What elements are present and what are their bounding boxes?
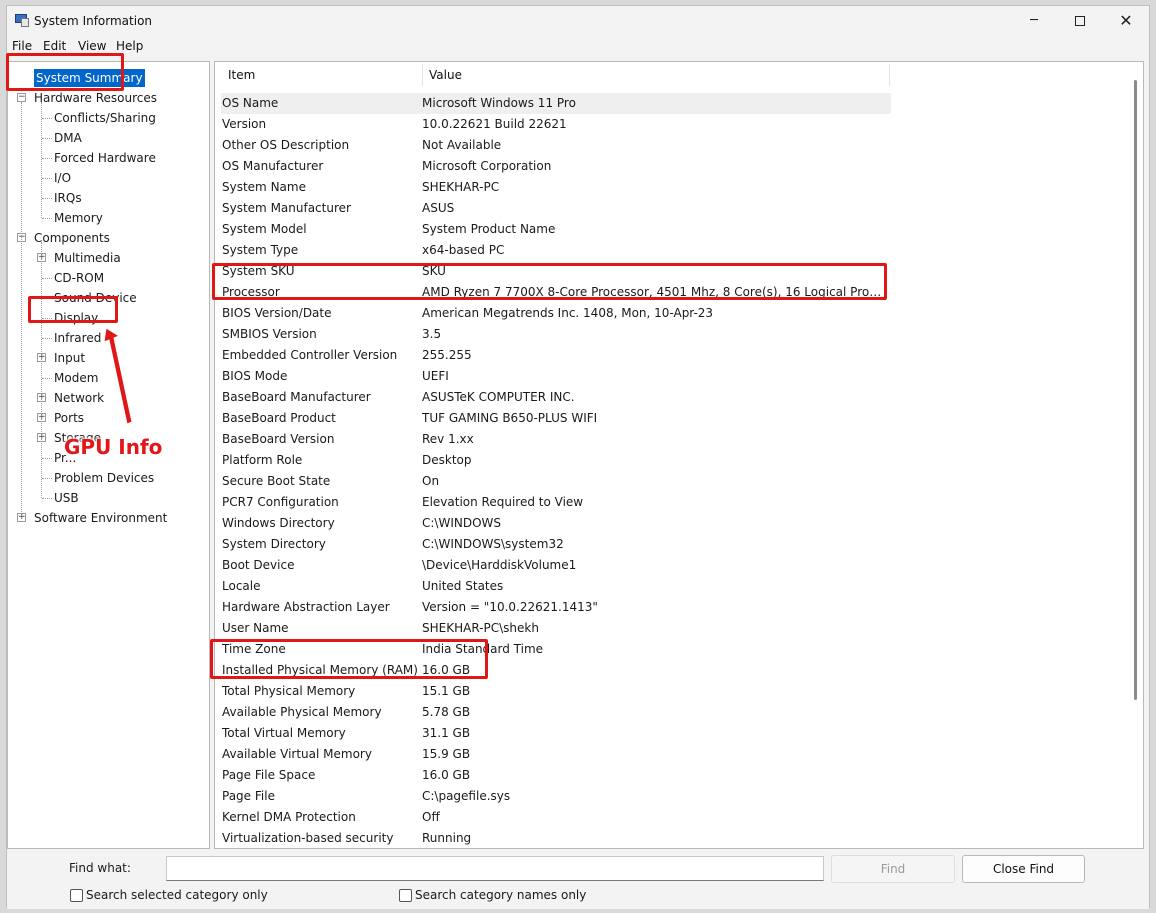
annotation-arrow bbox=[103, 327, 133, 425]
gpu-info-annotation: GPU Info bbox=[64, 435, 163, 459]
